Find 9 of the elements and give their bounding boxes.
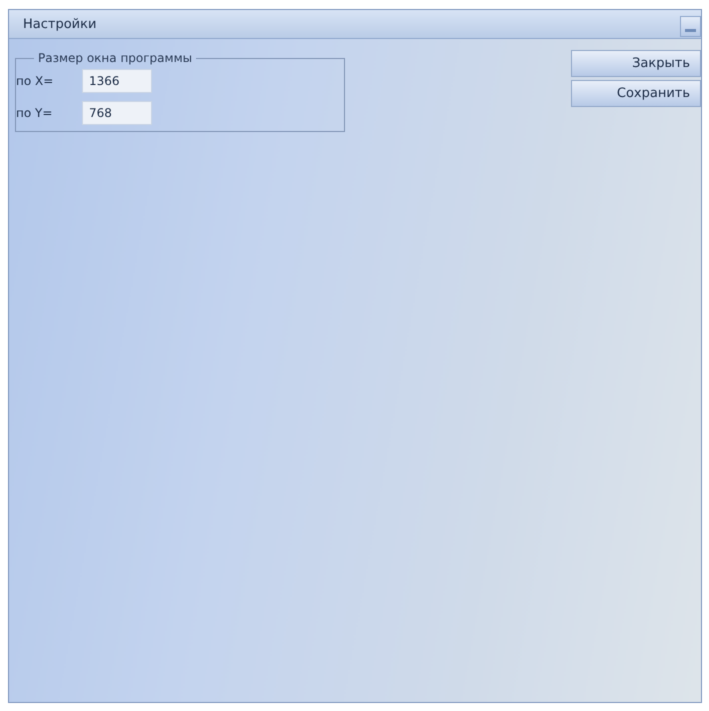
- action-button[interactable]: Закрыть: [571, 50, 701, 77]
- group-title: Размер окна программы: [37, 51, 194, 65]
- input-field[interactable]: 1366: [82, 69, 152, 93]
- field-label: по Y=: [16, 106, 54, 120]
- input-field[interactable]: 768: [82, 101, 152, 125]
- window-title: Настройки: [23, 16, 96, 32]
- field-label: по X=: [16, 74, 54, 88]
- action-button[interactable]: Сохранить: [571, 80, 701, 107]
- minimize-button[interactable]: [680, 16, 701, 36]
